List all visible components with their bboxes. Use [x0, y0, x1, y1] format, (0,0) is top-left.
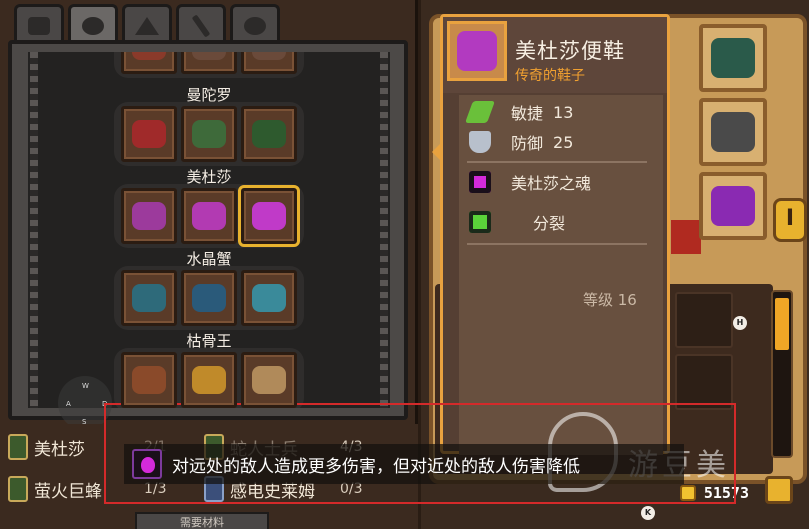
- tab-ring[interactable]: [230, 4, 280, 44]
- recipe-list-frame: 曼陀罗 美杜莎 水晶蟹 枯骨王: [8, 40, 408, 420]
- side-tab-button[interactable]: I: [773, 198, 807, 242]
- stat-label: 防御: [511, 134, 544, 153]
- equipment-column: [699, 24, 779, 274]
- equip-slot-body[interactable]: [699, 98, 767, 166]
- feather-icon: [464, 101, 496, 123]
- recipe-list[interactable]: 曼陀罗 美杜莎 水晶蟹 枯骨王: [28, 52, 390, 408]
- stat-agility: 敏捷 13: [464, 99, 574, 125]
- key-hint-h: H: [733, 316, 747, 330]
- recipe-slot[interactable]: [181, 52, 237, 74]
- recipe-slot[interactable]: [121, 270, 177, 326]
- recipe-slot[interactable]: [181, 270, 237, 326]
- stat-value: 13: [553, 102, 574, 122]
- recipe-slot-selected[interactable]: [238, 185, 300, 247]
- armor-icon: [192, 202, 226, 230]
- shield-icon: [469, 131, 491, 153]
- item-level: 等级 16: [583, 291, 637, 309]
- perk-label: 分裂: [533, 214, 566, 233]
- hat-icon: [28, 16, 50, 35]
- inventory-cell[interactable]: [675, 354, 733, 410]
- item-title: 美杜莎便鞋: [515, 39, 625, 63]
- need-materials-button[interactable]: 需要材料: [135, 512, 269, 529]
- recipe-slot[interactable]: [121, 188, 177, 244]
- key-hint-k: K: [641, 506, 655, 520]
- helmet-icon: [132, 202, 166, 230]
- boots-icon: [711, 186, 755, 226]
- recipe-slot[interactable]: [241, 106, 297, 162]
- recipe-slot[interactable]: [181, 352, 237, 408]
- recipe-slot[interactable]: [121, 106, 177, 162]
- armor-icon: [132, 52, 166, 60]
- tab-sword[interactable]: [176, 4, 226, 44]
- boots-icon: [252, 120, 286, 148]
- perk-label: 美杜莎之魂: [511, 174, 592, 193]
- material-card-icon: [8, 476, 28, 502]
- key-hint-w: W: [82, 382, 89, 390]
- recipe-row: [28, 100, 390, 166]
- tooltip-header: 美杜莎便鞋 传奇的鞋子: [443, 17, 667, 93]
- ring-icon: [244, 16, 266, 35]
- recipe-row: [28, 52, 390, 78]
- helmet-icon: [711, 38, 755, 78]
- perk-medusa-soul: 美杜莎之魂: [469, 169, 591, 195]
- tab-hat[interactable]: [14, 4, 64, 44]
- highlight-frame: [104, 403, 736, 504]
- equip-slot-feet[interactable]: [699, 172, 767, 240]
- armor-icon: [192, 284, 226, 312]
- stat-value: 25: [553, 132, 574, 152]
- armor-icon: [252, 52, 286, 60]
- armor-icon: [192, 52, 226, 60]
- split-arrows-icon: [469, 211, 491, 233]
- boots-icon: [252, 202, 286, 230]
- helmet-icon: [132, 366, 166, 394]
- category-tabs: [14, 4, 280, 44]
- recipe-slot[interactable]: [241, 52, 297, 74]
- helmet-icon: [82, 16, 104, 35]
- recipe-row: [28, 182, 390, 248]
- helmet-icon: [132, 284, 166, 312]
- key-hint-a: A: [66, 400, 71, 408]
- purple-flame-icon: [469, 171, 491, 193]
- equip-slot-head[interactable]: [699, 24, 767, 92]
- armor-icon: [192, 120, 226, 148]
- recipe-slot[interactable]: [181, 106, 237, 162]
- perk-split: 分裂: [469, 209, 565, 235]
- tab-helmet[interactable]: [68, 4, 118, 44]
- divider: [467, 161, 647, 163]
- armor-icon: [711, 112, 755, 152]
- recipe-row: [28, 264, 390, 330]
- recipe-slot[interactable]: [181, 188, 237, 244]
- cloak-icon: [135, 16, 159, 35]
- stat-defense: 防御 25: [469, 129, 573, 155]
- recipe-slot[interactable]: [121, 52, 177, 74]
- boots-icon: [252, 366, 286, 394]
- divider: [467, 243, 647, 245]
- stat-label: 敏捷: [511, 104, 544, 123]
- tab-cloak[interactable]: [122, 4, 172, 44]
- material-card-icon: [8, 434, 28, 460]
- sword-icon: [191, 13, 211, 38]
- boots-icon: [252, 284, 286, 312]
- ribbon-decoration: [671, 220, 701, 254]
- helmet-icon: [132, 120, 166, 148]
- inventory-cell[interactable]: [675, 292, 733, 348]
- recipe-slot[interactable]: [121, 352, 177, 408]
- item-rarity: 传奇的鞋子: [515, 68, 585, 84]
- recipe-slot[interactable]: [241, 352, 297, 408]
- scrollbar-thumb[interactable]: [775, 298, 789, 350]
- item-tooltip: 美杜莎便鞋 传奇的鞋子 敏捷 13 防御 25 美杜莎之魂 分裂 等级 16: [440, 14, 670, 455]
- medusa-sandals-icon: [447, 21, 507, 81]
- recipe-slot[interactable]: [241, 270, 297, 326]
- armor-icon: [192, 366, 226, 394]
